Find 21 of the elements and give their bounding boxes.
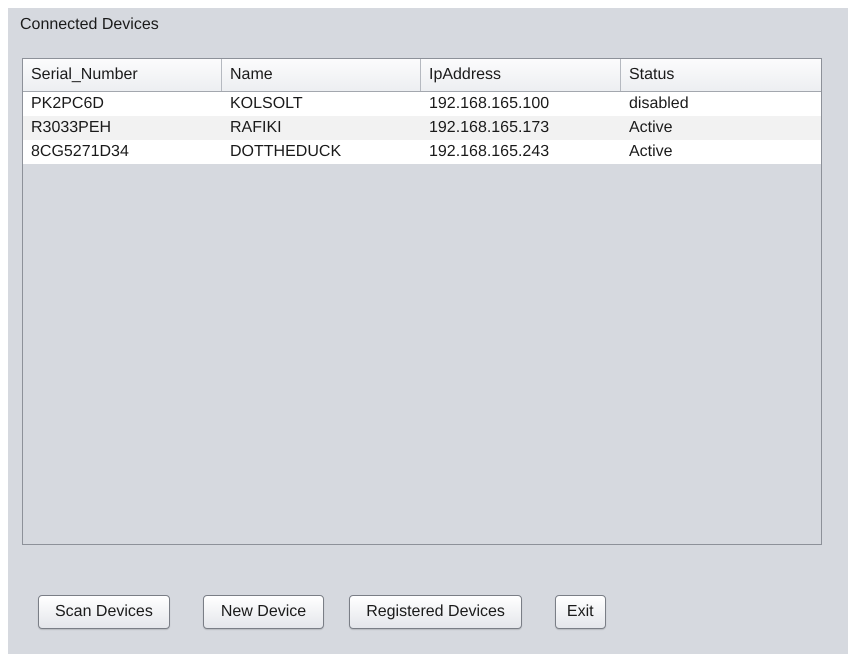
panel-title: Connected Devices	[20, 15, 159, 35]
column-header[interactable]: IpAddress	[421, 59, 621, 91]
table-cell-text: PK2PC6D	[30, 94, 105, 114]
table-cell-text: KOLSOLT	[229, 94, 304, 114]
action-button[interactable]: Exit	[554, 595, 606, 629]
column-header[interactable]: Name	[222, 59, 421, 91]
table-cell-text: DOTTHEDUCK	[229, 142, 342, 162]
table-cell-text: Active	[628, 118, 674, 138]
table-cell-text: 192.168.165.173	[428, 118, 550, 138]
table-cell-text: Active	[628, 142, 674, 162]
table-cell-text: 192.168.165.100	[428, 94, 550, 114]
table-cell-text: 8CG5271D34	[30, 142, 130, 162]
table-cell-text: disabled	[628, 94, 690, 114]
table-cell-text: 192.168.165.243	[428, 142, 550, 162]
action-button[interactable]: Scan Devices	[38, 595, 170, 629]
action-button[interactable]: New Device	[202, 595, 324, 629]
column-header[interactable]: Serial_Number	[23, 59, 222, 91]
column-header[interactable]: Status	[621, 59, 821, 91]
table-cell-text: RAFIKI	[229, 118, 283, 138]
action-button[interactable]: Registered Devices	[349, 595, 522, 629]
table-cell-text: R3033PEH	[30, 118, 112, 138]
